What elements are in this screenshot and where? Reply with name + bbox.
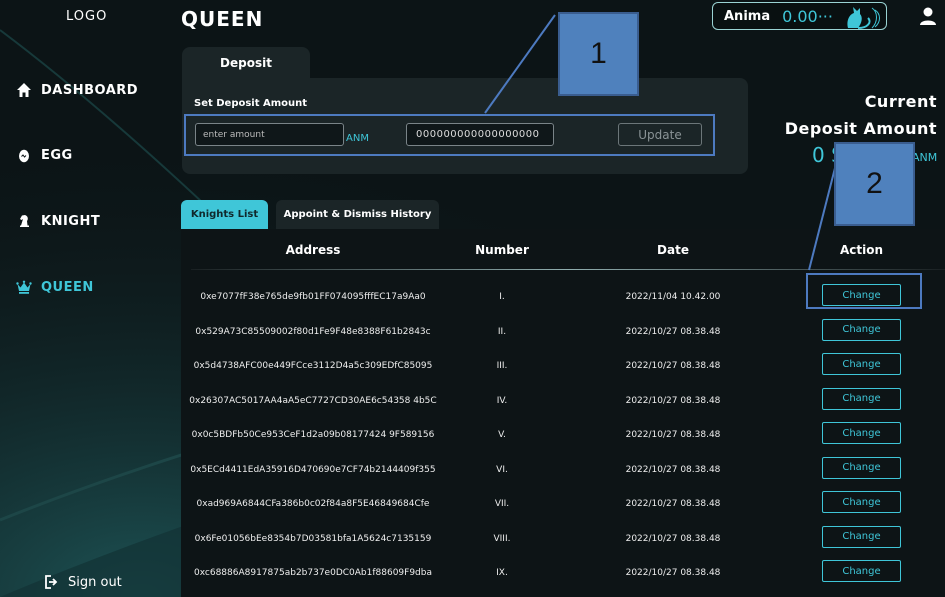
- callout-connectors: [484, 14, 836, 271]
- callout-label-1: 1: [558, 12, 639, 96]
- callout-label-2: 2: [834, 142, 915, 226]
- callout-highlight-1: [184, 114, 715, 156]
- callout-highlight-2: [806, 273, 922, 309]
